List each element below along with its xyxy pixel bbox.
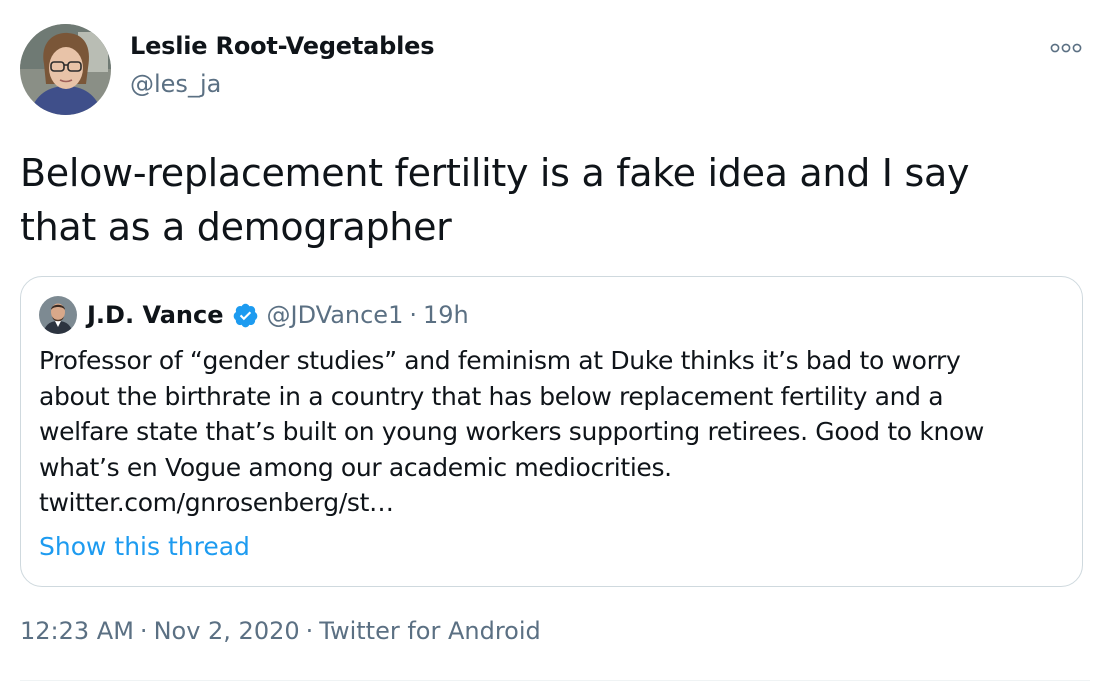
meta-separator: · [139,617,148,645]
quote-text: Professor of “gender studies” and femini… [39,343,1069,521]
verified-badge-icon [232,302,259,329]
quote-author-avatar [39,296,77,334]
more-horizontal-icon[interactable] [1046,38,1086,58]
quote-text-line: about the birthrate in a country that ha… [39,381,944,411]
tweet-text-line: that as a demographer [20,205,452,249]
meta-separator: · [305,617,314,645]
tweet-text: Below-replacement fertility is a fake id… [20,146,1080,254]
divider [20,680,1090,681]
tweet-source[interactable]: Twitter for Android [319,617,540,645]
quote-text-line: welfare state that’s built on young work… [39,417,984,446]
author-name[interactable]: Leslie Root-Vegetables [130,32,435,60]
quote-author-handle: @JDVance1 [266,301,404,329]
quote-author-name: J.D. Vance [87,301,224,329]
quoted-tweet-card[interactable]: J.D. Vance @JDVance1 · 19h Professor of … [20,276,1083,587]
author-handle[interactable]: @les_ja [130,70,221,98]
tweet: Leslie Root-Vegetables @les_ja Below-rep… [0,0,1110,700]
quote-link: twitter.com/gnrosenberg/st… [39,488,394,517]
author-avatar-photo [20,24,111,115]
tweet-date[interactable]: Nov 2, 2020 [154,617,300,645]
quote-separator: · [409,301,417,329]
tweet-metadata: 12:23 AM · Nov 2, 2020 · Twitter for And… [20,617,541,645]
quote-text-line: Professor of “gender studies” and femini… [39,346,961,375]
tweet-time[interactable]: 12:23 AM [20,617,134,645]
tweet-text-line: Below-replacement fertility is a fake id… [20,151,970,195]
show-thread-link[interactable]: Show this thread [39,532,250,561]
quote-time: 19h [422,301,469,329]
quote-text-line: what’s en Vogue among our academic medio… [39,452,672,482]
quote-header: J.D. Vance @JDVance1 · 19h [87,297,469,333]
author-avatar[interactable] [20,24,111,115]
